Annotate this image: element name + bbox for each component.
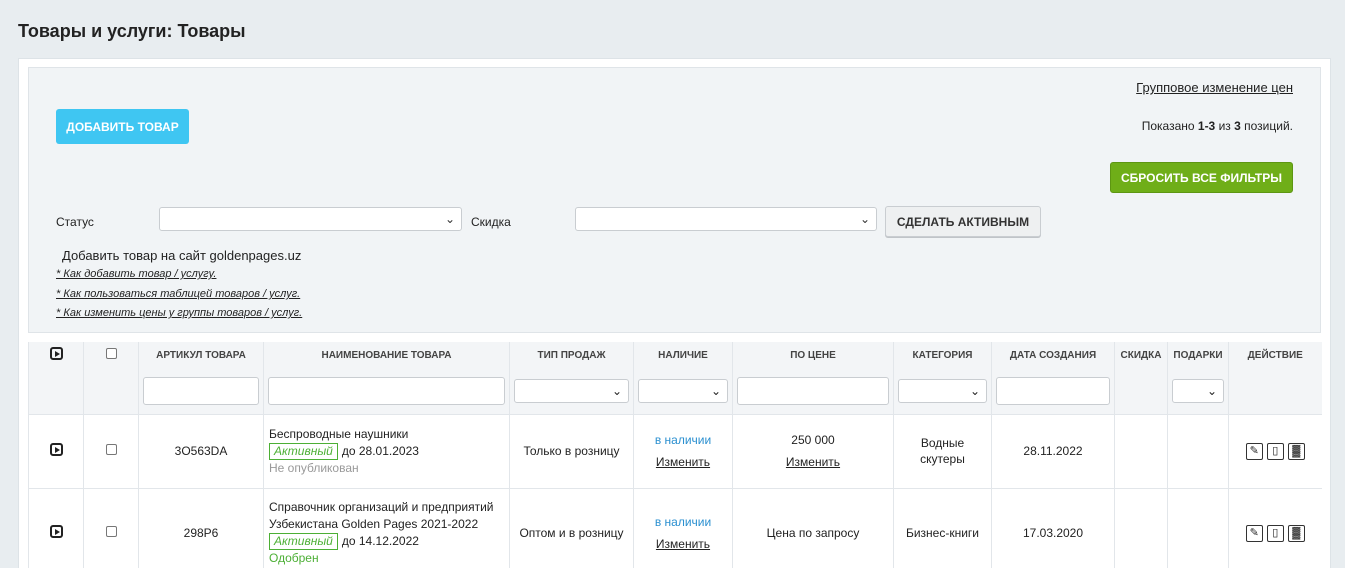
select-all-header[interactable] [83, 342, 139, 368]
discount-select[interactable]: ⌄ [575, 207, 877, 231]
expand-icon[interactable] [49, 347, 63, 360]
header-actions: ДЕЙСТВИЕ [1228, 342, 1322, 368]
product-name: Беспроводные наушники [269, 426, 409, 441]
header-category[interactable]: КАТЕГОРИЯ [893, 342, 992, 368]
filter-cell [28, 368, 84, 415]
price-filter-input[interactable] [737, 376, 889, 405]
chevron-down-icon: ⌄ [611, 383, 622, 398]
copy-icon[interactable]: ▯ [1266, 524, 1284, 542]
header-gifts[interactable]: ПОДАРКИ [1167, 342, 1229, 368]
publish-status: Одобрен [269, 551, 319, 565]
gifts-filter-select[interactable]: ⌄ [1172, 378, 1224, 403]
filter-cell [1228, 368, 1322, 415]
sale-type-cell: Оптом и в розницу [509, 488, 634, 568]
price-edit-link[interactable]: Изменить [733, 455, 893, 469]
created-cell: 28.11.2022 [991, 414, 1115, 489]
page-title: Товары и услуги: Товары [18, 21, 246, 41]
publish-status: Не опубликован [269, 460, 359, 475]
header-price[interactable]: ПО ЦЕНЕ [732, 342, 894, 368]
product-name: Справочник организаций и предприятий Узб… [269, 500, 494, 531]
help-link-add[interactable]: * Как добавить товар / услугу. [56, 268, 216, 280]
name-filter-input[interactable] [268, 376, 505, 405]
table-row: 3O563DA Беспроводные наушники Активный до… [28, 414, 1322, 489]
header-discount[interactable]: СКИДКА [1114, 342, 1168, 368]
category-cell: Водные скутеры [893, 414, 992, 489]
actions-cell: ✎ ▯ ▓ [1228, 488, 1322, 568]
name-cell: Беспроводные наушники Активный до 28.01.2… [263, 414, 510, 489]
price-cell: Цена по запросу [732, 488, 894, 568]
row-checkbox[interactable] [105, 526, 117, 537]
trash-icon[interactable]: ▓ [1287, 442, 1305, 460]
shown-count: Показано 1-3 из 3 позиций. [1141, 119, 1293, 133]
chevron-down-icon: ⌄ [444, 212, 455, 226]
sku-filter-input[interactable] [143, 376, 259, 405]
filter-cell [83, 368, 139, 415]
row-checkbox[interactable] [105, 444, 117, 455]
discount-cell [1114, 488, 1168, 568]
status-badge: Активный [269, 442, 338, 460]
bulk-price-change-link[interactable]: Групповое изменение цен [1136, 80, 1293, 95]
header-sale-type[interactable]: ТИП ПРОДАЖ [509, 342, 634, 368]
chevron-down-icon: ⌄ [859, 212, 870, 226]
availability-cell: в наличии Изменить [633, 488, 733, 568]
sku-cell: 3O563DA [138, 414, 264, 489]
status-select[interactable]: ⌄ [159, 207, 462, 231]
category-filter-select[interactable]: ⌄ [898, 378, 987, 403]
header-name[interactable]: НАИМЕНОВАНИЕ ТОВАРА [263, 342, 510, 368]
availability-status: в наличии [654, 515, 712, 529]
add-product-button[interactable]: ДОБАВИТЬ ТОВАР [56, 109, 189, 144]
products-table: АРТИКУЛ ТОВАРА НАИМЕНОВАНИЕ ТОВАРА ТИП П… [28, 342, 1322, 568]
availability-edit-link[interactable]: Изменить [634, 537, 732, 551]
availability-edit-link[interactable]: Изменить [634, 455, 732, 469]
sku-cell: 298P6 [138, 488, 264, 568]
expand-all-header[interactable] [28, 342, 84, 368]
table-row: 298P6 Справочник организаций и предприят… [28, 488, 1322, 568]
expand-row-icon[interactable] [49, 443, 63, 456]
active-until: до 14.12.2022 [341, 534, 419, 548]
created-cell: 17.03.2020 [991, 488, 1115, 568]
help-link-table[interactable]: * Как пользоваться таблицей товаров / ус… [56, 288, 300, 300]
filter-cell [1114, 368, 1168, 415]
hint-text: Добавить товар на сайт goldenpages.uz [62, 248, 302, 263]
reset-filters-button[interactable]: СБРОСИТЬ ВСЕ ФИЛЬТРЫ [1110, 162, 1293, 193]
category-cell: Бизнес-книги [893, 488, 992, 568]
chevron-down-icon: ⌄ [1206, 383, 1217, 398]
price-cell: 250 000 Изменить [732, 414, 894, 489]
status-label: Статус [56, 215, 94, 229]
header-sku[interactable]: АРТИКУЛ ТОВАРА [138, 342, 264, 368]
make-active-button[interactable]: СДЕЛАТЬ АКТИВНЫМ [885, 206, 1041, 237]
trash-icon[interactable]: ▓ [1287, 524, 1305, 542]
sale-type-filter-select[interactable]: ⌄ [514, 378, 629, 403]
help-link-prices[interactable]: * Как изменить цены у группы товаров / у… [56, 307, 302, 319]
status-badge: Активный [269, 533, 338, 550]
expand-row-icon[interactable] [49, 525, 63, 538]
discount-label: Скидка [471, 215, 511, 229]
header-availability[interactable]: НАЛИЧИЕ [633, 342, 733, 368]
availability-filter-select[interactable]: ⌄ [638, 378, 728, 403]
chevron-down-icon: ⌄ [710, 383, 721, 398]
sale-type-cell: Только в розницу [509, 414, 634, 489]
copy-icon[interactable]: ▯ [1266, 442, 1284, 460]
active-until: до 28.01.2023 [341, 443, 419, 458]
discount-cell [1114, 414, 1168, 489]
gifts-cell [1167, 414, 1229, 489]
chevron-down-icon: ⌄ [969, 383, 980, 398]
gifts-cell [1167, 488, 1229, 568]
header-created[interactable]: ДАТА СОЗДАНИЯ [991, 342, 1115, 368]
availability-status: в наличии [654, 433, 712, 447]
price-value: 250 000 [791, 433, 835, 447]
actions-cell: ✎ ▯ ▓ [1228, 414, 1322, 489]
edit-icon[interactable]: ✎ [1245, 524, 1263, 542]
select-all-checkbox[interactable] [105, 348, 117, 359]
name-cell: Справочник организаций и предприятий Узб… [263, 488, 510, 568]
edit-icon[interactable]: ✎ [1245, 442, 1263, 460]
availability-cell: в наличии Изменить [633, 414, 733, 489]
created-filter-input[interactable] [996, 376, 1110, 405]
